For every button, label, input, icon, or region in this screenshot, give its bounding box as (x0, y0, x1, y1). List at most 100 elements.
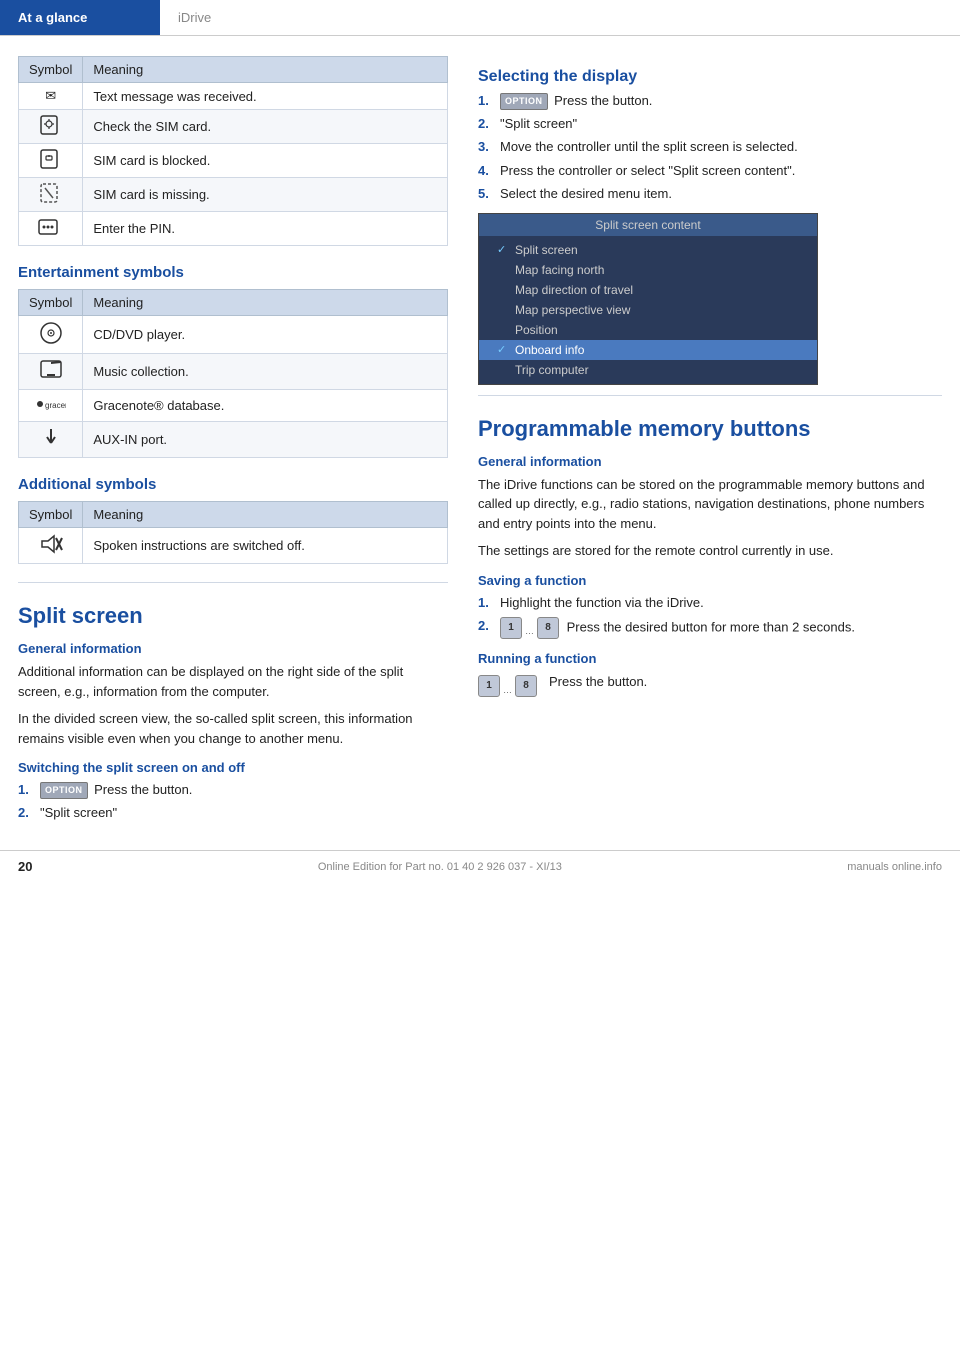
list-item: 1. Highlight the function via the iDrive… (478, 594, 942, 612)
meaning-cd: CD/DVD player. (83, 316, 448, 354)
left-column: Symbol Meaning Text message was received… (18, 56, 448, 830)
table-row: SIM card is blocked. (19, 144, 448, 178)
saving-steps-list: 1. Highlight the function via the iDrive… (478, 594, 942, 639)
prog-general-text2: The settings are stored for the remote c… (478, 541, 942, 561)
symbol-sim-missing (19, 178, 83, 212)
step-num: 1. (18, 781, 32, 799)
header-tab-at-a-glance[interactable]: At a glance (0, 0, 160, 35)
meaning-gracenote: Gracenote® database. (83, 390, 448, 422)
split-screen-general-info-text1: Additional information can be displayed … (18, 662, 448, 701)
screen-item: Position (479, 320, 817, 340)
screen-item: Trip computer (479, 360, 817, 380)
footer-edition: Online Edition for Part no. 01 40 2 926 … (318, 861, 562, 873)
memory-btn-dots: … (525, 617, 534, 639)
table-row: Spoken instructions are switched off. (19, 528, 448, 564)
table-row: CD/DVD player. (19, 316, 448, 354)
screen-item-label: Position (515, 323, 558, 337)
step-num: 2. (18, 804, 32, 822)
meaning-mute: Spoken instructions are switched off. (83, 528, 448, 564)
step-num: 1. (478, 594, 492, 612)
list-item: 2. "Split screen" (18, 804, 448, 822)
screen-item: Map direction of travel (479, 280, 817, 300)
screen-item-label: Split screen (515, 243, 578, 257)
prog-general-text1: The iDrive functions can be stored on th… (478, 475, 942, 534)
split-screen-general-info-title: General information (18, 641, 448, 656)
selecting-steps-list: 1. OPTION Press the button. 2. "Split sc… (478, 92, 942, 203)
step-num: 2. (478, 617, 492, 639)
switching-title: Switching the split screen on and off (18, 760, 448, 775)
screen-item-label: Map perspective view (515, 303, 630, 317)
list-item: 5. Select the desired menu item. (478, 185, 942, 203)
memory-btn-1-run: 1 (478, 675, 500, 697)
table-row: Check the SIM card. (19, 110, 448, 144)
list-item: 2. "Split screen" (478, 115, 942, 133)
meaning-music: Music collection. (83, 354, 448, 390)
split-screen-general-info-text2: In the divided screen view, the so-calle… (18, 709, 448, 748)
screen-item: Map perspective view (479, 300, 817, 320)
symbol-cd (19, 316, 83, 354)
step-num: 3. (478, 138, 492, 156)
step-text: Press the controller or select "Split sc… (500, 162, 795, 180)
table3-col1-header: Symbol (19, 502, 83, 528)
entertainment-symbols-heading: Entertainment symbols (18, 264, 448, 281)
main-content: Symbol Meaning Text message was received… (0, 36, 960, 850)
memory-button-pair-running: 1 … 8 (478, 675, 537, 697)
memory-btn-1: 1 (500, 617, 522, 639)
list-item: 1. OPTION Press the button. (18, 781, 448, 799)
option-button-icon: OPTION (40, 782, 88, 799)
right-column: Selecting the display 1. OPTION Press th… (478, 56, 942, 830)
symbol-envelope (19, 83, 83, 110)
table-row: AUX-IN port. (19, 422, 448, 458)
switching-steps-list: 1. OPTION Press the button. 2. "Split sc… (18, 781, 448, 822)
table1-col2-header: Meaning (83, 57, 448, 83)
header-tab-right-label: iDrive (178, 10, 211, 25)
screen-item-label: Map facing north (515, 263, 604, 277)
meaning-aux: AUX-IN port. (83, 422, 448, 458)
screen-item-label: Map direction of travel (515, 283, 633, 297)
step-num: 1. (478, 92, 492, 110)
meaning-sim-missing: SIM card is missing. (83, 178, 448, 212)
list-item: 1. OPTION Press the button. (478, 92, 942, 110)
meaning-envelope: Text message was received. (83, 83, 448, 110)
screen-item: Map facing north (479, 260, 817, 280)
screen-item-active: ✓ Onboard info (479, 340, 817, 360)
step-text: "Split screen" (500, 115, 577, 133)
meaning-sim-check: Check the SIM card. (83, 110, 448, 144)
screen-title-bar: Split screen content (479, 214, 817, 236)
option-button-icon: OPTION (500, 93, 548, 110)
memory-button-pair: 1 … 8 (500, 617, 559, 639)
screen-item-label: Trip computer (515, 363, 589, 377)
prog-memory-title: Programmable memory buttons (478, 416, 942, 442)
split-screen-title: Split screen (18, 603, 448, 629)
step-text: 1 … 8 Press the desired button for more … (500, 617, 855, 639)
symbol-mute (19, 528, 83, 564)
list-item: 2. 1 … 8 Press the desired button for mo… (478, 617, 942, 639)
list-item: 4. Press the controller or select "Split… (478, 162, 942, 180)
screen-simulation: Split screen content ✓ Split screen Map … (478, 213, 818, 385)
screen-item: ✓ Split screen (479, 240, 817, 260)
saving-function-title: Saving a function (478, 573, 942, 588)
header-tab-left-label: At a glance (18, 10, 87, 25)
symbol-gracenote: gracenote (19, 390, 83, 422)
footer-watermark: manuals online.info (847, 861, 942, 873)
symbol-pin (19, 212, 83, 246)
step-num: 2. (478, 115, 492, 133)
divider (18, 582, 448, 583)
memory-btn-8-run: 8 (515, 675, 537, 697)
memory-btn-8: 8 (537, 617, 559, 639)
header-tab-idrive[interactable]: iDrive (160, 0, 229, 35)
table-row: Text message was received. (19, 83, 448, 110)
additional-symbols-table: Symbol Meaning Spoken instructions are s… (18, 501, 448, 564)
symbol-music (19, 354, 83, 390)
screen-item-label: Onboard info (515, 343, 584, 357)
divider (478, 395, 942, 396)
symbol-sim-check (19, 110, 83, 144)
table1-col1-header: Symbol (19, 57, 83, 83)
table-row: Enter the PIN. (19, 212, 448, 246)
prog-general-title: General information (478, 454, 942, 469)
step-text: Highlight the function via the iDrive. (500, 594, 704, 612)
running-function-text: Press the button. (549, 672, 647, 692)
meaning-pin: Enter the PIN. (83, 212, 448, 246)
table2-col2-header: Meaning (83, 290, 448, 316)
step-text: "Split screen" (40, 804, 117, 822)
